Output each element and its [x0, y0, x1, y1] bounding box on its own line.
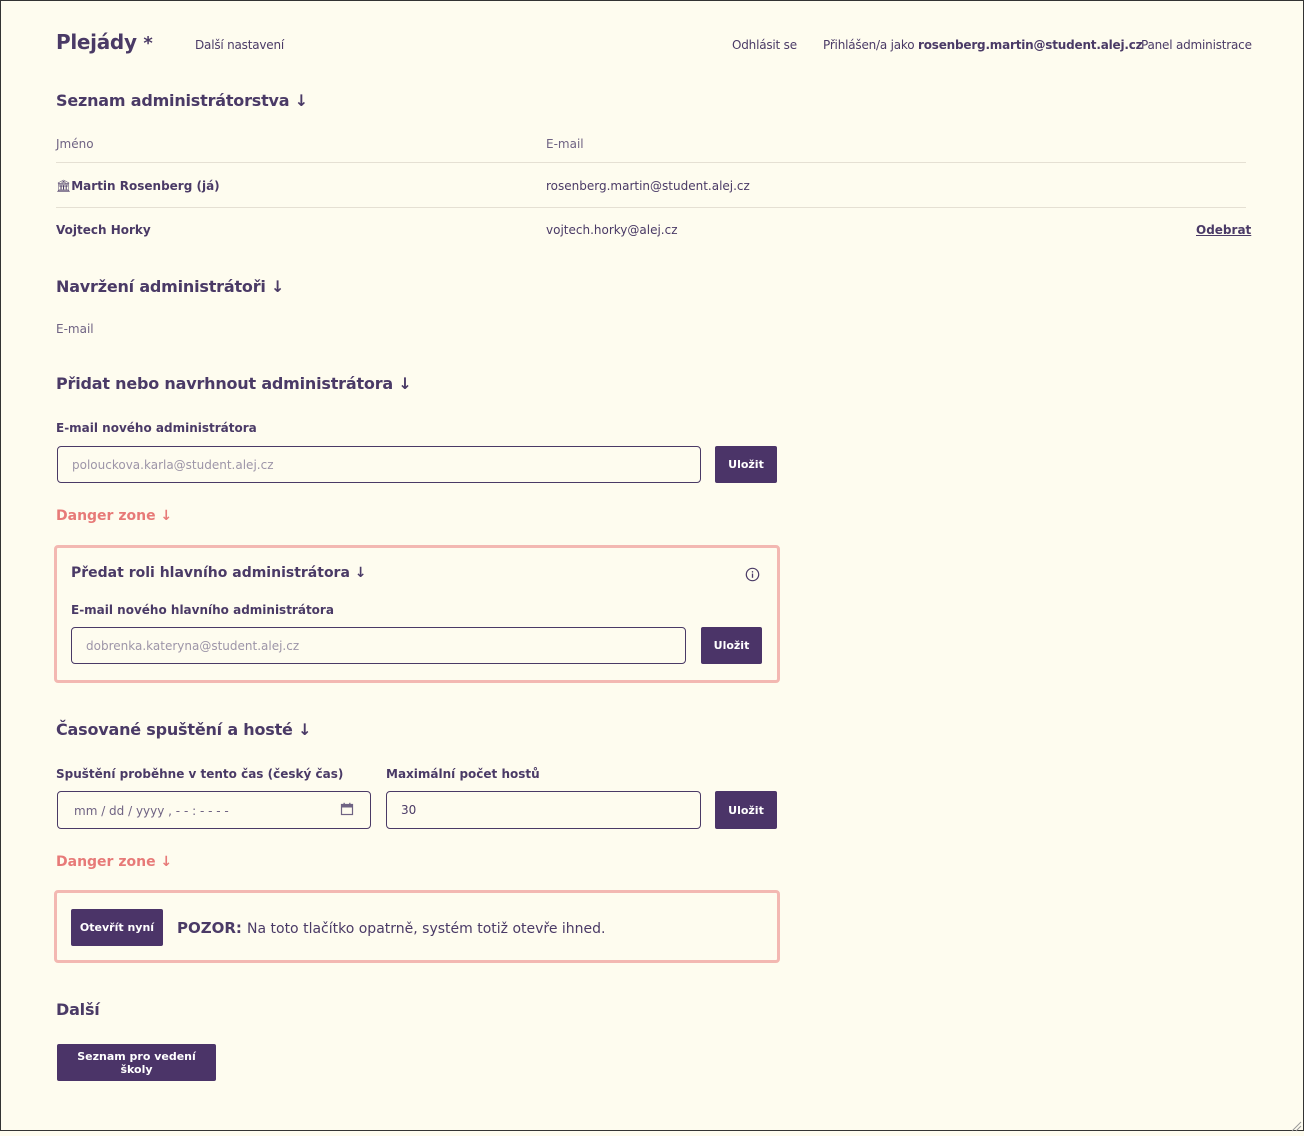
new-admin-email-label: E-mail nového administrátora	[56, 421, 257, 435]
resize-grip-icon[interactable]	[1290, 1117, 1302, 1136]
open-now-button[interactable]: Otevřít nyní	[71, 909, 163, 946]
nav-admin-panel[interactable]: Panel administrace	[1141, 38, 1252, 52]
warning-label: POZOR:	[177, 919, 242, 937]
new-admin-email-input[interactable]	[57, 446, 701, 483]
calendar-icon[interactable]	[340, 802, 354, 819]
launch-time-label: Spuštění proběhne v tento čas (český čas…	[56, 767, 344, 781]
info-icon[interactable]	[745, 567, 760, 586]
other-section-title: Další	[56, 1000, 100, 1019]
add-admin-section-title[interactable]: Přidat nebo navrhnout administrátora ↓	[56, 374, 412, 393]
danger-zone-title[interactable]: Danger zone ↓	[56, 854, 172, 870]
logged-in-info: Přihlášen/a jako rosenberg.martin@studen…	[823, 38, 1143, 52]
datetime-placeholder: mm / dd / yyyy , - - : - - - -	[74, 804, 229, 818]
table-row-email: vojtech.horky@alej.cz	[546, 223, 678, 237]
nav-logout[interactable]: Odhlásit se	[732, 38, 797, 52]
save-admin-button[interactable]: Uložit	[715, 446, 777, 483]
table-divider	[56, 207, 1246, 208]
logged-in-user: rosenberg.martin@student.alej.cz	[918, 38, 1143, 52]
table-row-email: rosenberg.martin@student.alej.cz	[546, 179, 750, 193]
app-logo[interactable]: Plejády *	[56, 30, 153, 54]
open-now-warning: POZOR: Na toto tlačítko opatrně, systém …	[177, 918, 606, 937]
save-main-admin-button[interactable]: Uložit	[701, 627, 762, 664]
building-icon: 🏛	[56, 179, 72, 193]
save-timed-button[interactable]: Uložit	[715, 791, 777, 829]
column-header-name: Jméno	[56, 137, 94, 151]
table-row-name: 🏛Martin Rosenberg (já)	[56, 179, 220, 193]
remove-admin-link[interactable]: Odebrat	[1196, 223, 1251, 237]
admins-section-title[interactable]: Seznam administrátorstva ↓	[56, 91, 308, 110]
warning-text: Na toto tlačítko opatrně, systém totiž o…	[247, 921, 606, 937]
column-header-email: E-mail	[56, 322, 94, 336]
timed-launch-section-title[interactable]: Časované spuštění a hosté ↓	[56, 720, 311, 739]
school-list-button[interactable]: Seznam pro vedení školy	[57, 1044, 216, 1081]
proposed-section-title[interactable]: Navržení administrátoři ↓	[56, 277, 284, 296]
logged-in-prefix: Přihlášen/a jako	[823, 38, 915, 52]
transfer-role-title[interactable]: Předat roli hlavního administrátora ↓	[71, 565, 367, 581]
nav-more-settings[interactable]: Další nastavení	[195, 38, 284, 52]
danger-zone-title[interactable]: Danger zone ↓	[56, 508, 172, 524]
new-main-admin-email-label: E-mail nového hlavního administrátora	[71, 603, 334, 617]
column-header-email: E-mail	[546, 137, 584, 151]
max-guests-label: Maximální počet hostů	[386, 767, 540, 781]
max-guests-input[interactable]	[386, 791, 701, 829]
table-divider	[56, 162, 1246, 163]
launch-datetime-input[interactable]: mm / dd / yyyy , - - : - - - -	[57, 791, 371, 829]
table-row-name: Vojtech Horky	[56, 223, 151, 237]
new-main-admin-email-input[interactable]	[71, 627, 686, 664]
